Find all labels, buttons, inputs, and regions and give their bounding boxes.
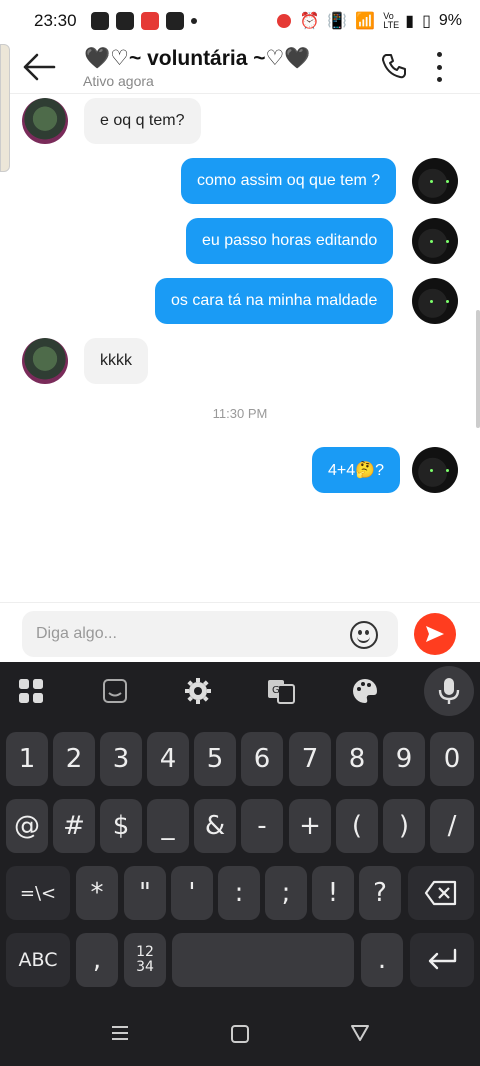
key-at[interactable]: @ [6,799,48,853]
palette-icon[interactable] [350,676,380,706]
user-avatar[interactable] [412,447,458,493]
key-1[interactable]: 1 [6,732,48,786]
key-exclamation[interactable]: ! [312,866,354,920]
key-close-paren[interactable]: ) [383,799,425,853]
enter-key[interactable] [410,933,474,987]
key-hash[interactable]: # [53,799,95,853]
user-avatar[interactable] [412,278,458,324]
key-symbols-page[interactable]: =\< [6,866,70,920]
battery-icon: ▯ [422,13,431,30]
phone-call-icon[interactable] [380,52,408,80]
home-icon[interactable] [230,1024,250,1044]
recording-indicator-icon [277,14,292,28]
backspace-icon [424,880,457,906]
emoji-icon[interactable] [350,621,378,649]
status-bar: 23:30 ⏰ 📳 📶 Vo LTE ▮ ▯ 9% [0,0,480,42]
message-bubble-sent[interactable]: como assim oq que tem ? [181,158,397,204]
chat-title[interactable]: 🖤♡~ voluntária ~♡🖤 [84,46,311,71]
mic-icon[interactable] [434,676,464,706]
key-6[interactable]: 6 [241,732,283,786]
side-panel-tab[interactable] [0,44,10,172]
key-question[interactable]: ? [359,866,401,920]
vibrate-icon: 📳 [327,13,348,30]
contact-avatar[interactable] [22,338,68,384]
signal-icon: ▮ [405,13,415,30]
presence-status: Ativo agora [83,73,154,89]
status-time: 23:30 [34,11,77,30]
message-bubble-received[interactable]: kkkk [84,338,148,384]
discord-icon [115,12,134,30]
key-5[interactable]: 5 [194,732,236,786]
backspace-key[interactable] [408,866,474,920]
send-icon [426,626,444,642]
message-bubble-received[interactable]: e oq q tem? [84,98,201,144]
sticker-icon[interactable] [100,676,130,706]
volte-label: Vo LTE [383,11,400,30]
message-composer [0,602,480,662]
send-button[interactable] [414,613,456,655]
key-7[interactable]: 7 [289,732,331,786]
key-open-paren[interactable]: ( [336,799,378,853]
back-nav-icon[interactable] [350,1024,370,1042]
message-bubble-sent[interactable]: 4+4🤔? [312,447,400,493]
key-3[interactable]: 3 [100,732,142,786]
key-9[interactable]: 9 [383,732,425,786]
message-bubble-sent[interactable]: eu passo horas editando [186,218,394,264]
app-icon [165,12,184,30]
alarm-icon: ⏰ [299,13,320,30]
key-minus[interactable]: - [241,799,283,853]
wifi-icon: 📶 [355,13,376,30]
key-4[interactable]: 4 [147,732,189,786]
translate-icon[interactable]: G [266,676,296,706]
apps-icon[interactable] [16,676,46,706]
user-avatar[interactable] [412,218,458,264]
whatsapp-icon [90,12,109,30]
key-asterisk[interactable]: * [76,866,118,920]
key-8[interactable]: 8 [336,732,378,786]
battery-percent: 9% [438,12,462,29]
key-numpad[interactable]: 12 34 [124,933,166,987]
key-slash[interactable]: / [430,799,474,853]
more-notifications-icon [190,18,197,24]
key-abc[interactable]: ABC [6,933,70,987]
more-options-icon[interactable] [430,52,448,82]
record-icon [140,12,159,30]
user-avatar[interactable] [412,158,458,204]
chat-header: 🖤♡~ voluntária ~♡🖤 Ativo agora [0,42,480,94]
key-colon[interactable]: : [218,866,260,920]
keyboard-toolbar: G [0,662,480,720]
key-period[interactable]: . [361,933,403,987]
message-bubble-sent[interactable]: os cara tá na minha maldade [155,278,394,324]
message-timestamp: 11:30 PM [212,406,268,421]
enter-icon [428,948,457,970]
space-key[interactable] [172,933,354,987]
key-plus[interactable]: + [289,799,331,853]
message-input[interactable] [22,611,398,657]
contact-avatar[interactable] [22,98,68,144]
settings-icon[interactable] [183,676,213,706]
key-2[interactable]: 2 [53,732,95,786]
notification-icons [90,12,197,30]
key-comma[interactable]: , [76,933,118,987]
recents-icon[interactable] [110,1024,130,1042]
system-nav-bar [0,1000,480,1066]
key-dollar[interactable]: $ [100,799,142,853]
key-semicolon[interactable]: ; [265,866,307,920]
key-ampersand[interactable]: & [194,799,236,853]
key-single-quote[interactable]: ' [171,866,213,920]
svg-text:G: G [272,685,280,696]
key-0[interactable]: 0 [430,732,474,786]
back-arrow-icon[interactable] [22,52,56,82]
key-double-quote[interactable]: " [124,866,166,920]
system-icons: ⏰ 📳 📶 Vo LTE ▮ ▯ 9% [277,11,462,31]
key-underscore[interactable]: _ [147,799,189,853]
